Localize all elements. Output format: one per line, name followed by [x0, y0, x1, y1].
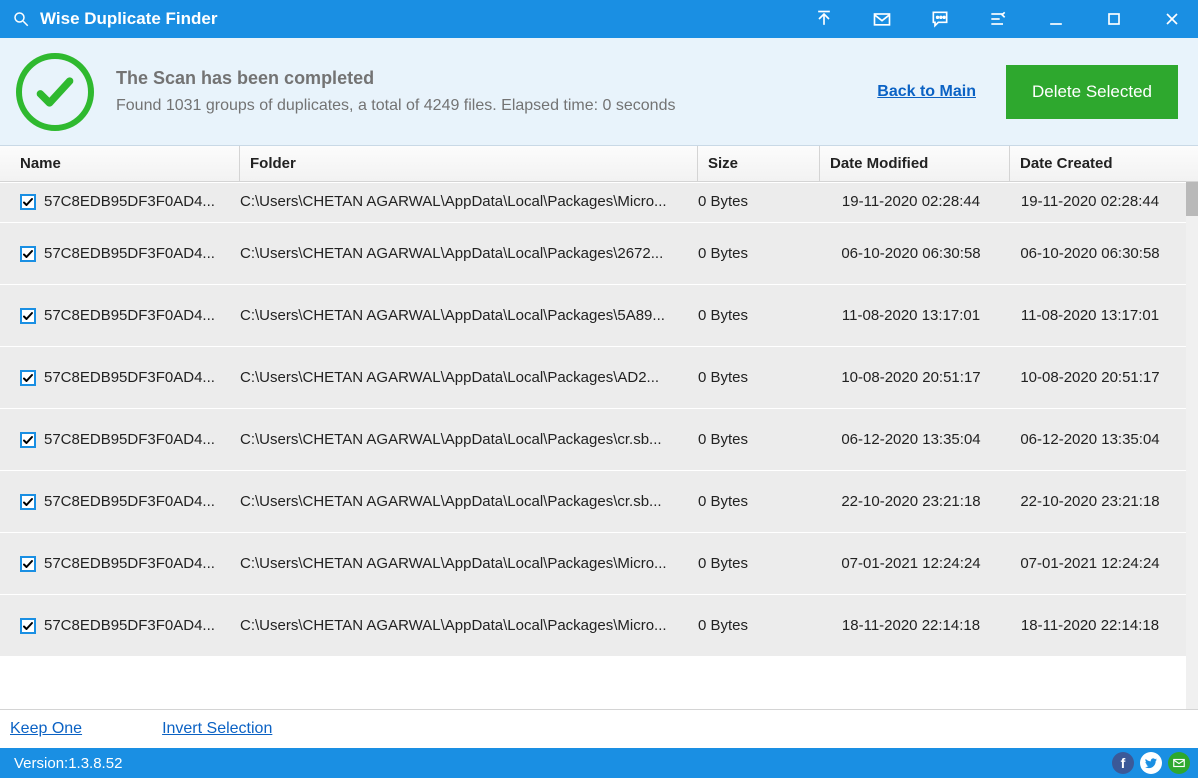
row-checkbox[interactable] — [20, 494, 36, 510]
vertical-scrollbar[interactable] — [1186, 182, 1198, 709]
twitter-icon[interactable] — [1140, 752, 1162, 774]
success-check-icon — [16, 53, 94, 131]
tree-connector — [0, 347, 20, 408]
file-folder: C:\Users\CHETAN AGARWAL\AppData\Local\Pa… — [240, 493, 698, 510]
file-folder: C:\Users\CHETAN AGARWAL\AppData\Local\Pa… — [240, 183, 698, 210]
tree-connector — [0, 533, 20, 594]
file-modified: 22-10-2020 23:21:18 — [820, 493, 1010, 510]
maximize-icon[interactable] — [1104, 9, 1124, 29]
delete-selected-button[interactable]: Delete Selected — [1006, 65, 1178, 119]
keep-one-link[interactable]: Keep One — [10, 720, 82, 738]
row-checkbox[interactable] — [20, 556, 36, 572]
row-checkbox[interactable] — [20, 432, 36, 448]
file-created: 19-11-2020 02:28:44 — [1010, 183, 1178, 210]
file-created: 18-11-2020 22:14:18 — [1010, 617, 1178, 634]
row-checkbox[interactable] — [20, 370, 36, 386]
col-header-modified[interactable]: Date Modified — [820, 146, 1010, 181]
table-row[interactable]: 57C8EDB95DF3F0AD4... C:\Users\CHETAN AGAR… — [0, 346, 1186, 408]
tree-connector — [0, 183, 20, 222]
facebook-icon[interactable]: f — [1112, 752, 1134, 774]
table-row[interactable]: 57C8EDB95DF3F0AD4... C:\Users\CHETAN AGAR… — [0, 470, 1186, 532]
file-folder: C:\Users\CHETAN AGARWAL\AppData\Local\Pa… — [240, 555, 698, 572]
col-header-created[interactable]: Date Created — [1010, 146, 1186, 181]
file-size: 0 Bytes — [698, 617, 820, 634]
file-created: 10-08-2020 20:51:17 — [1010, 369, 1178, 386]
file-modified: 07-01-2021 12:24:24 — [820, 555, 1010, 572]
file-name: 57C8EDB95DF3F0AD4... — [44, 555, 215, 572]
row-checkbox[interactable] — [20, 308, 36, 324]
file-name: 57C8EDB95DF3F0AD4... — [44, 431, 215, 448]
table-row[interactable]: 57C8EDB95DF3F0AD4... C:\Users\CHETAN AGAR… — [0, 594, 1186, 656]
file-modified: 18-11-2020 22:14:18 — [820, 617, 1010, 634]
email-icon[interactable] — [1168, 752, 1190, 774]
file-size: 0 Bytes — [698, 245, 820, 262]
row-checkbox[interactable] — [20, 618, 36, 634]
version-label: Version:1.3.8.52 — [14, 755, 122, 772]
file-folder: C:\Users\CHETAN AGARWAL\AppData\Local\Pa… — [240, 431, 698, 448]
feedback-icon[interactable] — [930, 9, 950, 29]
col-header-name[interactable]: Name — [0, 146, 240, 181]
minimize-icon[interactable] — [1046, 9, 1066, 29]
file-folder: C:\Users\CHETAN AGARWAL\AppData\Local\Pa… — [240, 245, 698, 262]
tree-connector — [0, 595, 20, 656]
status-bar: Version:1.3.8.52 f — [0, 748, 1198, 778]
tree-connector — [0, 285, 20, 346]
tree-connector — [0, 471, 20, 532]
titlebar: Wise Duplicate Finder — [0, 0, 1198, 38]
mail-icon[interactable] — [872, 9, 892, 29]
file-folder: C:\Users\CHETAN AGARWAL\AppData\Local\Pa… — [240, 617, 698, 634]
back-to-main-link[interactable]: Back to Main — [877, 83, 976, 101]
file-name: 57C8EDB95DF3F0AD4... — [44, 307, 215, 324]
file-name: 57C8EDB95DF3F0AD4... — [44, 493, 215, 510]
file-modified: 06-12-2020 13:35:04 — [820, 431, 1010, 448]
file-created: 22-10-2020 23:21:18 — [1010, 493, 1178, 510]
file-created: 06-12-2020 13:35:04 — [1010, 431, 1178, 448]
menu-icon[interactable] — [988, 9, 1008, 29]
col-header-size[interactable]: Size — [698, 146, 820, 181]
table-row[interactable]: 57C8EDB95DF3F0AD4... C:\Users\CHETAN AGAR… — [0, 284, 1186, 346]
file-created: 07-01-2021 12:24:24 — [1010, 555, 1178, 572]
scan-complete-banner: The Scan has been completed Found 1031 g… — [0, 38, 1198, 146]
file-created: 06-10-2020 06:30:58 — [1010, 245, 1178, 262]
file-size: 0 Bytes — [698, 431, 820, 448]
file-name: 57C8EDB95DF3F0AD4... — [44, 193, 215, 210]
file-folder: C:\Users\CHETAN AGARWAL\AppData\Local\Pa… — [240, 307, 698, 324]
scrollbar-thumb[interactable] — [1186, 182, 1198, 216]
file-size: 0 Bytes — [698, 307, 820, 324]
file-size: 0 Bytes — [698, 369, 820, 386]
row-checkbox[interactable] — [20, 194, 36, 210]
table-header: Name Folder Size Date Modified Date Crea… — [0, 146, 1198, 182]
table-body: 57C8EDB95DF3F0AD4... C:\Users\CHETAN AGAR… — [0, 182, 1198, 710]
table-row[interactable]: 57C8EDB95DF3F0AD4... C:\Users\CHETAN AGAR… — [0, 408, 1186, 470]
file-modified: 11-08-2020 13:17:01 — [820, 307, 1010, 324]
file-modified: 19-11-2020 02:28:44 — [820, 183, 1010, 210]
file-size: 0 Bytes — [698, 493, 820, 510]
table-row[interactable]: 57C8EDB95DF3F0AD4... C:\Users\CHETAN AGAR… — [0, 182, 1186, 222]
tree-connector — [0, 409, 20, 470]
col-header-folder[interactable]: Folder — [240, 146, 698, 181]
close-icon[interactable] — [1162, 9, 1182, 29]
table-row[interactable]: 57C8EDB95DF3F0AD4... C:\Users\CHETAN AGAR… — [0, 222, 1186, 284]
selection-links-bar: Keep One Invert Selection — [0, 710, 1198, 748]
app-title: Wise Duplicate Finder — [40, 9, 814, 29]
file-name: 57C8EDB95DF3F0AD4... — [44, 245, 215, 262]
banner-subtext: Found 1031 groups of duplicates, a total… — [116, 97, 877, 115]
row-checkbox[interactable] — [20, 246, 36, 262]
file-size: 0 Bytes — [698, 555, 820, 572]
app-logo-icon — [12, 10, 30, 28]
tree-connector — [0, 223, 20, 284]
file-name: 57C8EDB95DF3F0AD4... — [44, 369, 215, 386]
invert-selection-link[interactable]: Invert Selection — [162, 720, 272, 738]
table-row[interactable]: 57C8EDB95DF3F0AD4... C:\Users\CHETAN AGAR… — [0, 532, 1186, 594]
file-size: 0 Bytes — [698, 183, 820, 210]
file-modified: 06-10-2020 06:30:58 — [820, 245, 1010, 262]
file-modified: 10-08-2020 20:51:17 — [820, 369, 1010, 386]
file-created: 11-08-2020 13:17:01 — [1010, 307, 1178, 324]
file-folder: C:\Users\CHETAN AGARWAL\AppData\Local\Pa… — [240, 369, 698, 386]
banner-title: The Scan has been completed — [116, 68, 877, 89]
file-name: 57C8EDB95DF3F0AD4... — [44, 617, 215, 634]
upgrade-icon[interactable] — [814, 9, 834, 29]
